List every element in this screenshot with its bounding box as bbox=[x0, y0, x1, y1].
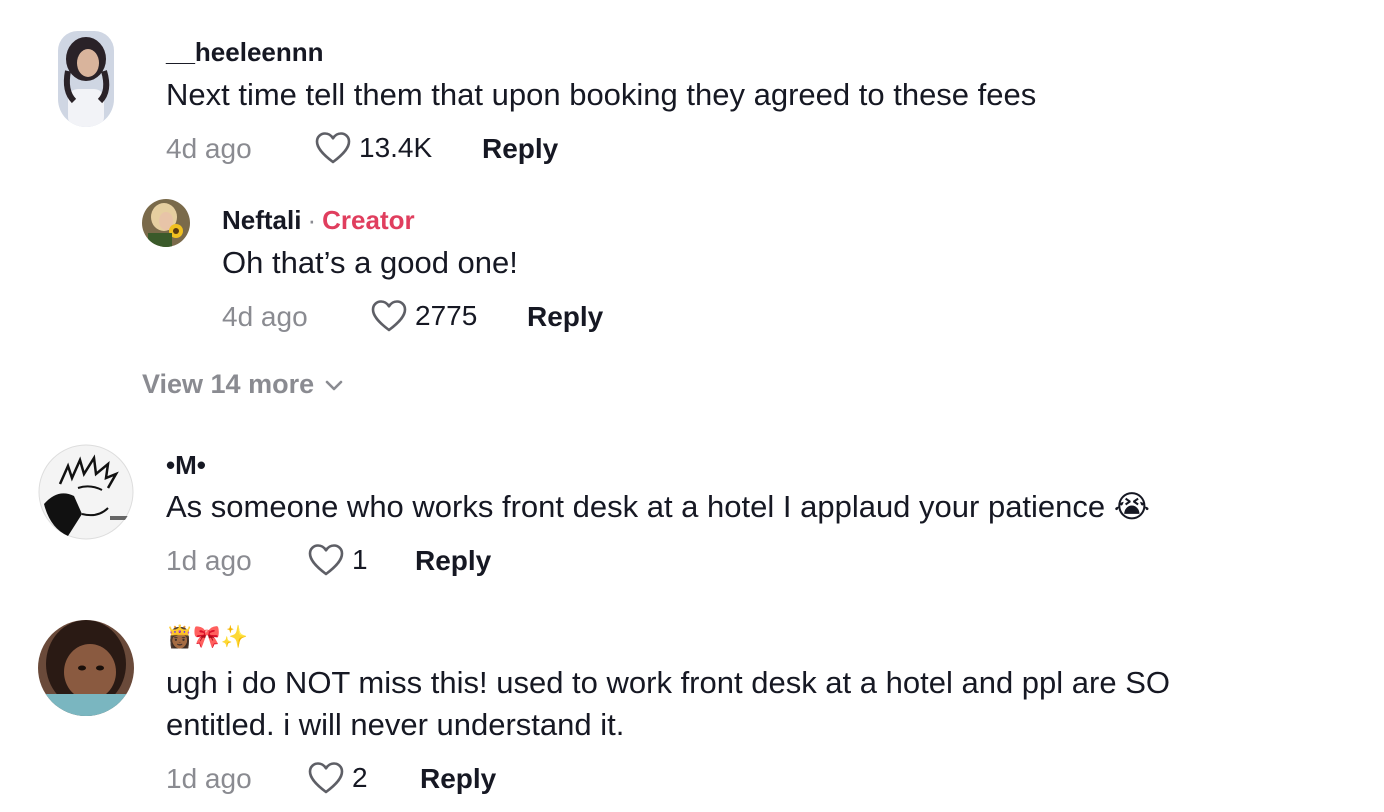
comment-timestamp: 4d ago bbox=[222, 301, 308, 332]
heart-icon bbox=[315, 131, 351, 165]
like-count: 1 bbox=[352, 544, 368, 575]
avatar[interactable] bbox=[38, 620, 134, 716]
like-button[interactable]: 1 bbox=[308, 543, 368, 577]
avatar[interactable] bbox=[38, 444, 134, 540]
reply-username-line: Neftali · Creator bbox=[222, 205, 415, 236]
view-more-label: View 14 more bbox=[142, 369, 315, 399]
comment-text-line-2: entitled. i will never understand it. bbox=[166, 707, 625, 742]
comment-username[interactable]: Neftali bbox=[222, 205, 301, 235]
comment-username[interactable]: 👸🏾🎀✨ bbox=[166, 624, 248, 650]
reply-button[interactable]: Reply bbox=[527, 301, 603, 333]
heart-icon bbox=[308, 761, 344, 795]
comment-timestamp: 1d ago bbox=[166, 545, 252, 576]
like-count: 2 bbox=[352, 762, 368, 793]
reply-button[interactable]: Reply bbox=[415, 545, 491, 577]
comment-text: Next time tell them that upon booking th… bbox=[166, 77, 1037, 112]
view-more-replies-button[interactable]: View 14 more bbox=[142, 369, 344, 400]
heart-icon bbox=[308, 543, 344, 577]
comment-username[interactable]: •M• bbox=[166, 450, 206, 481]
like-button[interactable]: 2775 bbox=[371, 299, 477, 333]
like-count: 13.4K bbox=[359, 132, 433, 163]
separator-dot: · bbox=[307, 205, 317, 235]
like-button[interactable]: 2 bbox=[308, 761, 368, 795]
chevron-down-icon bbox=[324, 369, 344, 400]
like-button[interactable]: 13.4K bbox=[315, 131, 432, 165]
comment-text: As someone who works front desk at a hot… bbox=[166, 489, 1150, 524]
reply-button[interactable]: Reply bbox=[482, 133, 558, 165]
comment-text: Oh that’s a good one! bbox=[222, 245, 518, 280]
comment-username[interactable]: __heeleennn bbox=[166, 37, 324, 68]
creator-avatar[interactable] bbox=[142, 199, 190, 247]
heart-icon bbox=[371, 299, 407, 333]
like-count: 2775 bbox=[415, 300, 478, 331]
comment-timestamp: 1d ago bbox=[166, 763, 252, 794]
comment-text-line-1: ugh i do NOT miss this! used to work fro… bbox=[166, 665, 1170, 700]
avatar[interactable] bbox=[58, 31, 114, 127]
creator-badge: Creator bbox=[322, 205, 415, 235]
reply-button[interactable]: Reply bbox=[420, 763, 496, 795]
comment-timestamp: 4d ago bbox=[166, 133, 252, 164]
